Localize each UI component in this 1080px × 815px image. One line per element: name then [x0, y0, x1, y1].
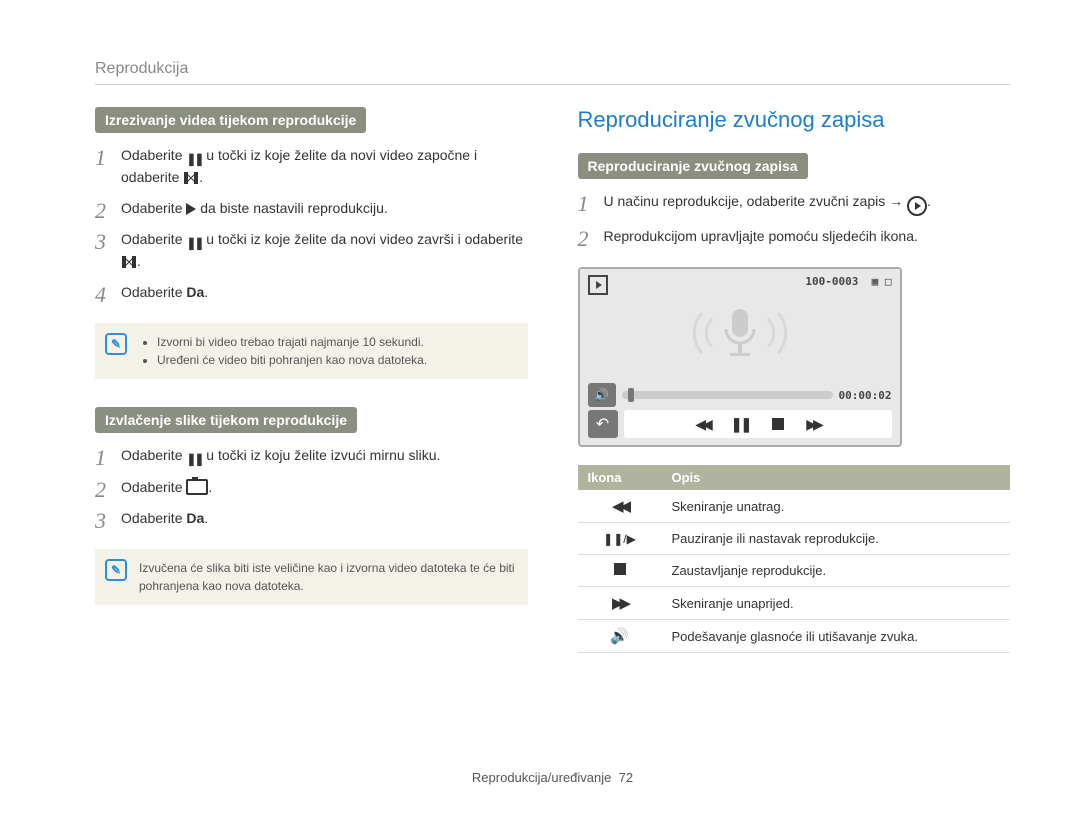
cell-desc: Pauziranje ili nastavak reprodukcije.: [662, 523, 1011, 555]
step-text: .: [927, 193, 931, 209]
subheading-trim: Izrezivanje videa tijekom reprodukcije: [95, 107, 366, 133]
step-number: 1: [578, 187, 589, 220]
step-number: 2: [95, 194, 106, 227]
note-box: ✎ Izvorni bi video trebao trajati najman…: [95, 323, 528, 379]
note-box: ✎ Izvučena će slika biti iste veličine k…: [95, 549, 528, 605]
cell-desc: Skeniranje unaprijed.: [662, 587, 1011, 620]
step-text: Odaberite: [121, 284, 186, 300]
cell-desc: Zaustavljanje reprodukcije.: [662, 555, 1011, 587]
step-number: 4: [95, 278, 106, 311]
pause-play-icon: [603, 530, 636, 547]
table-row: Zaustavljanje reprodukcije.: [578, 555, 1011, 587]
note-icon: ✎: [105, 333, 127, 355]
step-text: .: [204, 510, 208, 526]
back-button[interactable]: ↶: [588, 410, 618, 438]
circled-play-icon: [907, 196, 927, 216]
section-header: Reprodukcija: [95, 60, 1010, 85]
step-text: Odaberite: [121, 231, 186, 247]
step-text: da biste nastavili reprodukciju.: [196, 200, 387, 216]
table-header-icon: Ikona: [578, 465, 662, 490]
step-number: 3: [95, 225, 106, 258]
note-bullet: Uređeni će video biti pohranjen kao nova…: [157, 351, 516, 369]
speaker-icon: [610, 628, 629, 645]
pause-icon: ❚❚: [186, 151, 202, 167]
rewind-icon: [612, 498, 627, 515]
progress-track[interactable]: [622, 391, 833, 399]
step-number: 2: [95, 473, 106, 506]
stop-icon: [614, 563, 626, 575]
step-number: 3: [95, 504, 106, 537]
pause-icon[interactable]: ❚❚: [731, 416, 750, 433]
footer-text: Reprodukcija/uređivanje: [472, 770, 611, 785]
forward-icon[interactable]: [806, 416, 820, 433]
left-column: Izrezivanje videa tijekom reprodukcije 1…: [95, 107, 528, 750]
forward-icon: [612, 595, 627, 612]
step-text: Odaberite: [121, 479, 186, 495]
file-counter: 100-0003: [805, 275, 858, 288]
cell-desc: Skeniranje unatrag.: [662, 490, 1011, 523]
trim-icon: [121, 254, 137, 270]
pause-icon: ❚❚: [186, 451, 202, 467]
page-number: 72: [619, 770, 633, 785]
step-bold: Da: [186, 284, 204, 300]
step-text: u točki iz koje želite da novi video zav…: [202, 231, 523, 247]
step-number: 2: [578, 222, 589, 255]
note-icon: ✎: [105, 559, 127, 581]
icon-table: Ikona Opis Skeniranje unatrag. Pauziranj…: [578, 465, 1011, 653]
camera-icon: [186, 479, 208, 495]
microphone-graphic: [580, 297, 900, 371]
note-bullet: Izvorni bi video trebao trajati najmanje…: [157, 333, 516, 351]
step-text: U načinu reprodukcije, odaberite zvučni …: [604, 193, 908, 209]
note-text: Izvučena će slika biti iste veličine kao…: [139, 561, 515, 593]
table-row: Skeniranje unaprijed.: [578, 587, 1011, 620]
step-text: .: [208, 479, 212, 495]
step-text: Odaberite: [121, 200, 186, 216]
right-column: Reproduciranje zvučnog zapisa Reproducir…: [578, 107, 1011, 750]
step-text: Odaberite: [121, 510, 186, 526]
step-number: 1: [95, 141, 106, 174]
table-row: Podešavanje glasnoće ili utišavanje zvuk…: [578, 620, 1011, 653]
pause-icon: ❚❚: [186, 235, 202, 251]
trim-icon: [183, 170, 199, 186]
step-bold: Da: [186, 510, 204, 526]
page-footer: Reprodukcija/uređivanje 72: [95, 750, 1010, 785]
steps-capture: 1 Odaberite ❚❚ u točki iz koju želite iz…: [95, 445, 528, 529]
stop-icon[interactable]: [772, 418, 784, 430]
audio-player-preview: 100-0003 ▦ □: [578, 267, 902, 447]
table-row: Skeniranje unatrag.: [578, 490, 1011, 523]
cell-desc: Podešavanje glasnoće ili utišavanje zvuk…: [662, 620, 1011, 653]
subheading-capture: Izvlačenje slike tijekom reprodukcije: [95, 407, 357, 433]
steps-audio: 1 U načinu reprodukcije, odaberite zvučn…: [578, 191, 1011, 247]
step-text: Odaberite: [121, 147, 186, 163]
table-row: Pauziranje ili nastavak reprodukcije.: [578, 523, 1011, 555]
step-text: .: [137, 253, 141, 269]
table-header-desc: Opis: [662, 465, 1011, 490]
step-text: Reprodukcijom upravljajte pomoću sljedeć…: [604, 228, 918, 244]
time-display: 00:00:02: [839, 389, 892, 402]
volume-button[interactable]: 🔊: [588, 383, 616, 407]
rewind-icon[interactable]: [695, 416, 709, 433]
section-title: Reproduciranje zvučnog zapisa: [578, 107, 1011, 133]
step-text: Odaberite: [121, 447, 186, 463]
step-text: .: [199, 169, 203, 185]
play-icon: [186, 203, 196, 215]
mode-play-icon: [588, 275, 608, 295]
steps-trim: 1 Odaberite ❚❚ u točki iz koje želite da…: [95, 145, 528, 303]
step-text: u točki iz koju želite izvući mirnu slik…: [202, 447, 440, 463]
step-number: 1: [95, 441, 106, 474]
subheading-audio: Reproduciranje zvučnog zapisa: [578, 153, 808, 179]
step-text: .: [204, 284, 208, 300]
